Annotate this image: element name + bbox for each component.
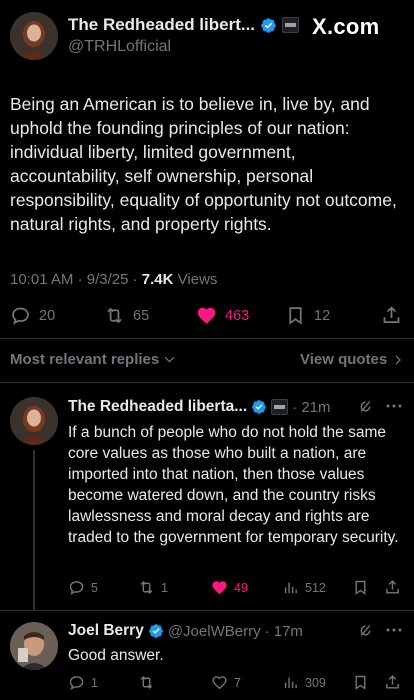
- verified-badge-icon: [148, 624, 163, 638]
- reply-count: 20: [39, 307, 56, 324]
- views-label: Views: [177, 271, 218, 288]
- heart-filled-icon: [197, 307, 216, 324]
- bookmark-icon[interactable]: [352, 674, 369, 691]
- reply-reply-count: 5: [91, 580, 98, 595]
- view-quotes-label: View quotes: [300, 351, 388, 368]
- reply-author-handle[interactable]: @JoelWBerry: [168, 623, 261, 640]
- views-count: 7.4K: [141, 271, 174, 288]
- author-name-row[interactable]: The Redheaded libert...: [68, 15, 300, 35]
- reply-like-count: 7: [234, 675, 241, 690]
- repost-count: 65: [133, 307, 150, 324]
- chevron-right-icon: [395, 355, 402, 364]
- bookmark-button[interactable]: 12: [285, 305, 330, 326]
- divider: [0, 338, 414, 339]
- meta-separator: ·: [132, 271, 138, 288]
- reply-views-count: 309: [305, 675, 326, 690]
- reply-repost-count: 1: [161, 580, 168, 595]
- sort-label: Most relevant replies: [10, 351, 160, 368]
- reply-reply-button[interactable]: 1: [68, 674, 98, 691]
- bookmark-icon[interactable]: [352, 579, 369, 596]
- more-options-icon[interactable]: [385, 623, 403, 637]
- like-button[interactable]: 463: [196, 305, 249, 326]
- author-avatar[interactable]: [10, 12, 58, 60]
- reply-button[interactable]: 20: [10, 305, 55, 326]
- reply-like-count: 49: [234, 580, 248, 595]
- analytics-icon: [284, 582, 297, 594]
- divider: [0, 382, 414, 383]
- reply-time: · 17m: [264, 622, 303, 640]
- grok-icon[interactable]: [357, 622, 374, 639]
- reply-author-name[interactable]: Joel Berry: [68, 622, 144, 640]
- reply-views-button[interactable]: 309: [282, 674, 326, 691]
- affiliate-badge-icon: [271, 399, 289, 415]
- reply-icon: [69, 581, 84, 595]
- share-icon[interactable]: [384, 674, 401, 691]
- view-quotes-link[interactable]: View quotes: [300, 351, 404, 368]
- post-meta: 10:01 AM · 9/3/25 · 7.4K Views: [10, 271, 217, 288]
- reply-reply-count: 1: [91, 675, 98, 690]
- author-name[interactable]: The Redheaded libert...: [68, 15, 255, 35]
- like-count: 463: [225, 307, 250, 324]
- reply-like-button[interactable]: 7: [211, 674, 241, 691]
- repost-icon: [140, 581, 153, 594]
- reply-author-name[interactable]: The Redheaded liberta...: [68, 398, 247, 416]
- reply-avatar[interactable]: [10, 397, 58, 445]
- affiliate-badge-icon: [282, 17, 300, 33]
- reply-header: The Redheaded liberta... · 21m: [68, 398, 331, 416]
- verified-badge-icon: [252, 400, 266, 414]
- share-icon: [383, 306, 400, 323]
- heart-filled-icon: [212, 581, 227, 595]
- meta-separator: ·: [77, 271, 83, 288]
- reply-views-count: 512: [305, 580, 326, 595]
- repost-icon: [107, 307, 122, 324]
- reply-time: · 21m: [292, 398, 331, 416]
- reply-like-button[interactable]: 49: [211, 579, 248, 596]
- reply-repost-button[interactable]: 1: [138, 579, 168, 596]
- reply-avatar[interactable]: [10, 622, 58, 670]
- post-date: 9/3/25: [86, 271, 129, 288]
- share-button[interactable]: [381, 305, 402, 326]
- reply-text: If a bunch of people who do not hold the…: [68, 424, 399, 546]
- reply-repost-button[interactable]: [138, 674, 161, 691]
- bookmark-count: 12: [314, 307, 331, 324]
- bookmark-icon: [289, 307, 302, 325]
- post-time: 10:01 AM: [10, 271, 74, 288]
- grok-icon[interactable]: [357, 398, 374, 415]
- reply-views-button[interactable]: 512: [282, 579, 326, 596]
- repost-icon: [140, 676, 153, 689]
- author-handle[interactable]: @TRHLofficial: [68, 38, 171, 56]
- reply-icon: [69, 676, 84, 690]
- more-options-icon[interactable]: [385, 399, 403, 413]
- sort-replies-dropdown[interactable]: Most relevant replies: [10, 351, 176, 368]
- analytics-icon: [284, 677, 297, 689]
- divider: [0, 610, 414, 611]
- repost-button[interactable]: 65: [104, 305, 149, 326]
- post-text: Being an American is to believe in, live…: [10, 94, 397, 234]
- reply-thread-line: [33, 450, 35, 610]
- reply-reply-button[interactable]: 5: [68, 579, 98, 596]
- verified-badge-icon: [261, 17, 276, 33]
- reply-text: Good answer.: [68, 647, 164, 664]
- reply-icon: [12, 307, 29, 325]
- heart-outline-icon: [212, 676, 227, 690]
- chevron-down-icon: [164, 356, 175, 363]
- brand-logo: X.com: [312, 14, 380, 39]
- reply-header: Joel Berry @JoelWBerry · 17m: [68, 622, 303, 640]
- share-icon[interactable]: [384, 579, 401, 596]
